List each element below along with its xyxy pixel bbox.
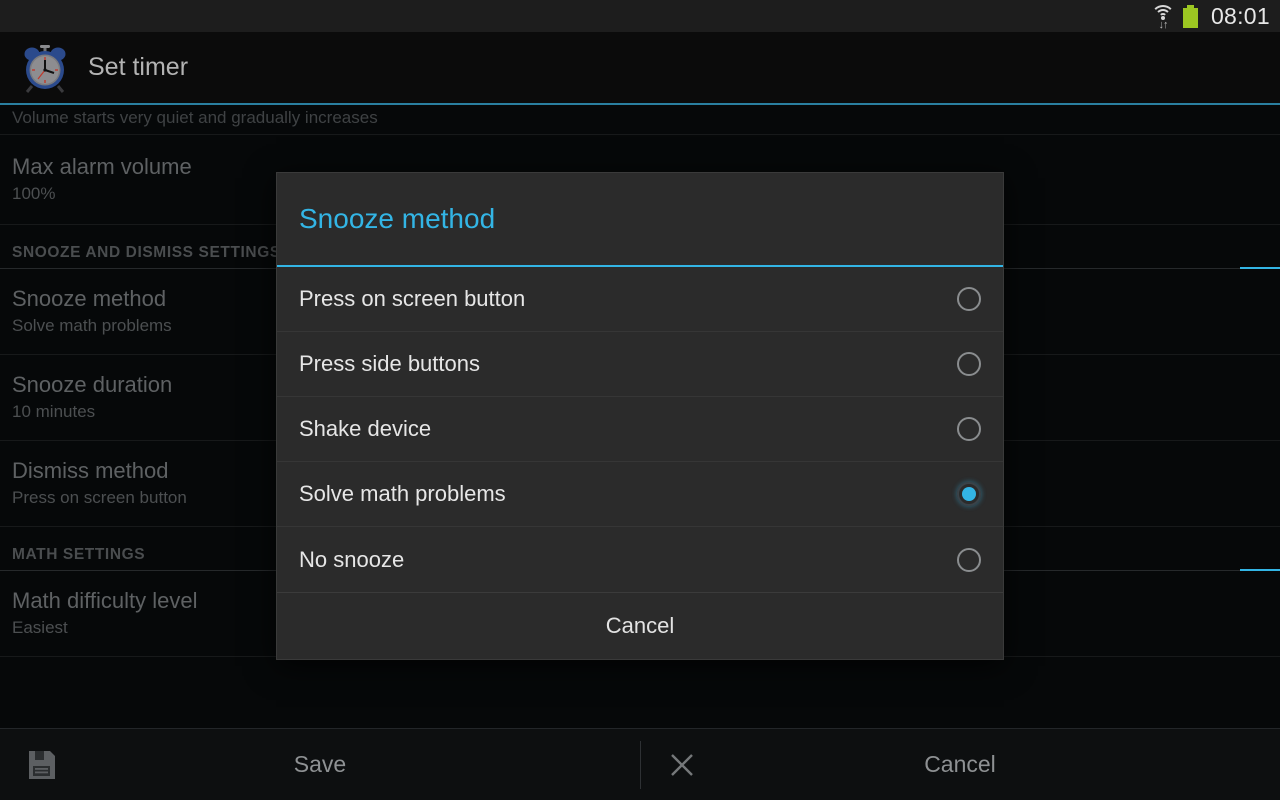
list-item-clipped-summary[interactable]: Volume starts very quiet and gradually i… (0, 107, 1280, 135)
wifi-icon: ↓↑ (1150, 5, 1176, 31)
option-label: Solve math problems (299, 481, 506, 506)
option-label: Shake device (299, 416, 432, 441)
option-row-no-snooze[interactable]: No snooze (277, 527, 1003, 592)
option-row-press-on-screen-button[interactable]: Press on screen button (277, 267, 1003, 332)
dialog-title: Snooze method (299, 203, 496, 234)
radio-button-selected[interactable] (957, 482, 981, 506)
snooze-method-dialog: Snooze method Press on screen button Pre… (276, 172, 1004, 660)
dialog-footer: Cancel (277, 592, 1003, 659)
status-bar-clock: 08:01 (1210, 2, 1270, 29)
wifi-transfer-arrows: ↓↑ (1158, 19, 1168, 31)
option-row-solve-math-problems[interactable]: Solve math problems (277, 462, 1003, 527)
dialog-cancel-button[interactable]: Cancel (606, 613, 674, 639)
option-label: Press side buttons (299, 351, 480, 376)
clipped-summary-text: Volume starts very quiet and gradually i… (12, 107, 378, 127)
save-button[interactable]: Save (0, 729, 640, 800)
app-bar: Set timer (0, 32, 1280, 105)
dialog-option-list: Press on screen button Press side button… (277, 267, 1003, 592)
app-bar-title: Set timer (88, 53, 189, 81)
radio-button[interactable] (957, 547, 981, 572)
option-row-shake-device[interactable]: Shake device (277, 397, 1003, 462)
save-floppy-icon (22, 745, 62, 785)
radio-button[interactable] (957, 352, 981, 376)
alarm-clock-icon[interactable] (20, 43, 70, 93)
screen-root: ↓↑ 08:01 Set timer Volume starts very qu… (0, 0, 1280, 800)
option-label: Press on screen button (299, 286, 526, 311)
cancel-button-label: Cancel (924, 751, 996, 777)
close-x-icon (662, 745, 702, 785)
battery-icon (1182, 4, 1198, 28)
bottom-action-bar: Save Cancel (0, 728, 1280, 800)
dialog-header: Snooze method (277, 173, 1003, 267)
option-row-press-side-buttons[interactable]: Press side buttons (277, 332, 1003, 397)
option-label: No snooze (299, 546, 405, 572)
section-header-label: MATH SETTINGS (12, 546, 146, 563)
section-header-label: SNOOZE AND DISMISS SETTINGS (12, 244, 281, 261)
radio-button[interactable] (957, 287, 981, 311)
radio-button[interactable] (957, 417, 981, 441)
cancel-button[interactable]: Cancel (640, 729, 1280, 800)
status-bar: ↓↑ 08:01 (0, 0, 1280, 32)
status-bar-icons: ↓↑ 08:01 (1150, 2, 1270, 31)
save-button-label: Save (293, 751, 347, 777)
